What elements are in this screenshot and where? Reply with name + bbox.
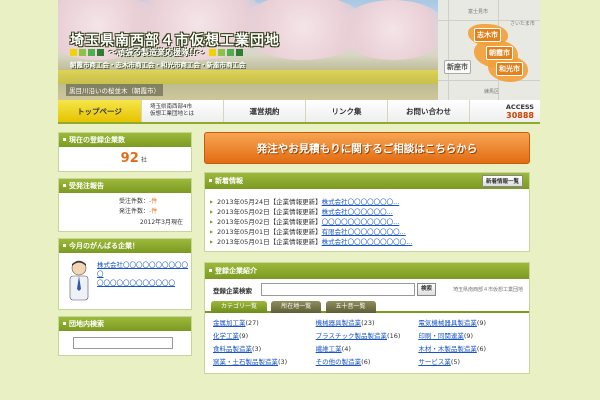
company-search-button[interactable]: 検索 <box>417 283 437 296</box>
nav-contact[interactable]: お問い合わせ <box>388 100 470 122</box>
category-item: 金属加工業(27) <box>213 319 259 327</box>
featured-company-box: 今月のがんばる企業！ 株式会社〇〇〇〇〇〇〇〇〇〇〇 〇〇〇〇〇〇〇〇〇〇〇〇 <box>58 238 192 310</box>
category-item: その他の製造業(6) <box>315 358 371 366</box>
category-item: 印刷・同関連業(9) <box>418 332 474 340</box>
company-search-label: 登録企業検索 <box>213 287 252 295</box>
city-label-asaka: 朝霞市 <box>486 46 513 60</box>
category-item: 繊維工業(4) <box>315 345 351 353</box>
area-map: 富士見市 練馬区 さいたま市 志木市 朝霞市 新座市 和光市 <box>438 0 540 100</box>
photo-caption: 黒目川沿いの桜並木（朝霞市） <box>66 84 163 96</box>
news-item: 2013年05月02日【企業情報更新】株式会社〇〇〇〇〇〇... <box>210 207 521 217</box>
chambers-of-commerce: 朝霞市商工会・志木市商工会・和光市商工会・新座市商工会 <box>70 61 246 69</box>
nav-about[interactable]: 埼玉県南西部4市 仮想工業団地とは <box>142 100 224 122</box>
city-label-wako: 和光市 <box>496 62 523 76</box>
category-item: 電気機械器具製造業(9) <box>418 319 487 327</box>
company-tabs: カテゴリ一覧 所在地一覧 五十音一覧 <box>205 301 529 313</box>
site-search-box: 団地内検索 <box>58 316 192 356</box>
nav-about-line1: 埼玉県南西部4市 <box>150 104 192 110</box>
order-date: 2012年3月現在 <box>139 219 183 226</box>
featured-title: 今月のがんばる企業！ <box>59 239 191 253</box>
tab-syllabary[interactable]: 五十音一覧 <box>325 301 376 313</box>
consultation-banner-button[interactable]: 発注やお見積もりに関するご相談はこちらから <box>204 132 530 164</box>
rapeseed-field <box>58 70 438 84</box>
category-item: サービス業(5) <box>418 358 461 366</box>
decor-square-icon <box>88 48 95 56</box>
registered-title: 現在の登録企業数 <box>59 133 191 147</box>
company-search-row: 登録企業検索 検索 埼玉県南西部４市仮想工業団地 <box>205 279 529 301</box>
category-item: 化学工業(9) <box>213 332 249 340</box>
order-row: 発注件数：-件 <box>119 208 158 215</box>
decor-square-icon <box>209 48 217 56</box>
cherry-tree-image <box>338 0 448 60</box>
order-row: 受注件数：-件 <box>119 198 158 205</box>
category-item: プラスチック製品製造業(16) <box>315 332 401 340</box>
decor-square-icon <box>79 48 86 56</box>
nav-links[interactable]: リンク集 <box>306 100 388 122</box>
decor-square-icon <box>227 48 235 56</box>
nav-top-page[interactable]: トップページ <box>58 100 142 122</box>
category-item: 窯業・土石製品製造業(3) <box>213 358 288 366</box>
city-label-niiza: 新座市 <box>444 60 471 74</box>
tagline: ～頑張る製造業応援隊!!～ <box>109 47 205 57</box>
order-report-title: 受発注報告 <box>59 179 191 193</box>
access-label: ACCESS <box>505 102 534 111</box>
registered-count: 92 <box>120 151 139 166</box>
nav-rules[interactable]: 運営規約 <box>224 100 306 122</box>
company-search-input[interactable] <box>261 283 415 296</box>
news-item: 2013年05月02日【企業情報更新】〇〇〇〇〇〇〇〇〇〇〇... <box>210 217 521 227</box>
nav-about-line2: 仮想工業団地とは <box>150 111 195 117</box>
header-banner: 埼玉県南西部４市仮想工業団地 ～頑張る製造業応援隊!!～ 朝霞市商工会・志木市商… <box>58 0 540 100</box>
news-list-button[interactable]: 新着情報一覧 <box>481 175 523 187</box>
global-nav: トップページ 埼玉県南西部4市 仮想工業団地とは 運営規約 リンク集 お問い合わ… <box>58 100 540 124</box>
category-item: 機械器具製造業(23) <box>315 319 375 327</box>
news-item: 2013年05月01日【企業情報更新】有限会社〇〇〇〇〇〇〇〇... <box>210 227 521 237</box>
news-list: 2013年05月24日【企業情報更新】株式会社〇〇〇〇〇〇〇... 2013年0… <box>205 195 529 251</box>
decor-square-icon <box>97 48 104 56</box>
tab-category[interactable]: カテゴリ一覧 <box>211 301 268 313</box>
decor-square-icon <box>70 48 77 56</box>
businessman-icon <box>67 259 91 303</box>
news-title: 新着情報 <box>205 173 529 189</box>
site-search-input[interactable] <box>73 337 173 349</box>
access-count: 30888 <box>506 110 534 120</box>
site-search-title: 団地内検索 <box>59 317 191 331</box>
registered-unit: 社 <box>140 157 147 164</box>
featured-company-link[interactable]: 株式会社〇〇〇〇〇〇〇〇〇〇〇 〇〇〇〇〇〇〇〇〇〇〇〇 <box>97 261 191 288</box>
news-item: 2013年05月01日【企業情報更新】株式会社〇〇〇〇〇〇〇〇〇... <box>210 237 521 247</box>
order-report-box: 受発注報告 受注件数：-件 発注件数：-件 2012年3月現在 <box>58 178 192 232</box>
registered-count-box: 現在の登録企業数 92 社 <box>58 132 192 172</box>
city-label-shiki: 志木市 <box>474 28 501 42</box>
companies-panel: 登録企業紹介 登録企業検索 検索 埼玉県南西部４市仮想工業団地 カテゴリ一覧 所… <box>204 262 530 374</box>
companies-title: 登録企業紹介 <box>205 263 529 279</box>
news-item: 2013年05月24日【企業情報更新】株式会社〇〇〇〇〇〇〇... <box>210 197 521 207</box>
news-panel: 新着情報 新着情報一覧 2013年05月24日【企業情報更新】株式会社〇〇〇〇〇… <box>204 172 530 252</box>
main-content: 発注やお見積もりに関するご相談はこちらから 新着情報 新着情報一覧 2013年0… <box>204 132 530 374</box>
tagline-row: ～頑張る製造業応援隊!!～ <box>70 47 244 57</box>
decor-square-icon <box>236 48 244 56</box>
category-item: 食料品製造業(3) <box>213 345 262 353</box>
access-counter: ACCESS 30888 <box>470 100 540 122</box>
companies-note: 埼玉県南西部４市仮想工業団地 <box>452 287 523 293</box>
category-grid: 金属加工業(27) 機械器具製造業(23) 電気機械器具製造業(9) 化学工業(… <box>205 313 529 373</box>
tab-location[interactable]: 所在地一覧 <box>271 301 322 313</box>
decor-square-icon <box>218 48 226 56</box>
sidebar: 現在の登録企業数 92 社 受発注報告 受注件数：-件 発注件数：-件 2012… <box>58 132 192 362</box>
category-item: 木材・木製品製造業(6) <box>418 345 487 353</box>
